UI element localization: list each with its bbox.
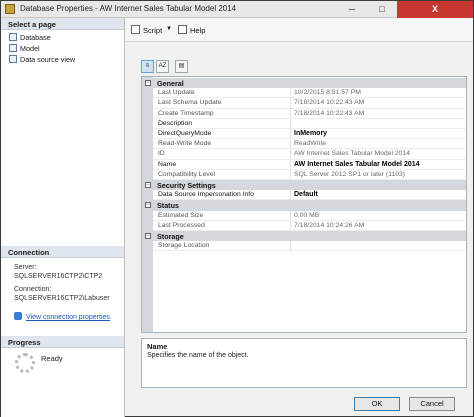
property-row[interactable]: Data Source Impersonation Info Default: [142, 190, 466, 201]
property-value[interactable]: 7/18/2014 10:24:26 AM: [294, 222, 364, 229]
page-item-label: Data source view: [20, 55, 76, 64]
alphabetical-sort-icon[interactable]: AZ: [156, 60, 169, 73]
page-icon: [9, 55, 17, 63]
property-name: Name: [158, 160, 177, 168]
server-label: Server:: [14, 264, 37, 271]
property-name: Last Schema Update: [158, 99, 222, 107]
server-value: SQLSERVER16CTP2\CTP2: [14, 273, 103, 280]
category-label: Status: [157, 201, 179, 211]
category-row[interactable]: − General: [142, 78, 466, 89]
property-row[interactable]: Name AW Internet Sales Tabular Model 2014: [142, 159, 466, 170]
view-connection-link-text: View connection properties: [26, 314, 110, 321]
property-name: Compatibility Level: [158, 170, 216, 178]
property-row[interactable]: ID AW Internet Sales Tabular Model 2014: [142, 149, 466, 160]
property-name: Storage Location: [158, 242, 210, 250]
collapse-icon[interactable]: −: [145, 202, 151, 209]
property-name: Last Update: [158, 89, 195, 97]
property-pages-icon[interactable]: ▤: [175, 60, 188, 73]
database-app-icon: [5, 4, 15, 14]
property-row[interactable]: DirectQueryMode InMemory: [142, 129, 466, 140]
script-dropdown-icon[interactable]: ▼: [166, 26, 172, 32]
property-value[interactable]: Default: [294, 191, 318, 198]
property-row[interactable]: Last Schema Update 7/18/2014 10:22:43 AM: [142, 98, 466, 109]
progress-status: Ready: [41, 354, 63, 363]
category-label: Storage: [157, 232, 184, 241]
property-value[interactable]: 10/2/2015 8:51:57 PM: [294, 89, 361, 96]
title-bar: Database Properties - AW Internet Sales …: [1, 1, 473, 18]
description-text: Specifies the name of the object.: [147, 352, 249, 359]
property-name: Create Timestamp: [158, 109, 214, 117]
collapse-icon[interactable]: −: [145, 233, 151, 239]
property-name: Estimated Size: [158, 211, 204, 219]
property-name: DirectQueryMode: [158, 130, 212, 137]
property-row[interactable]: Description: [142, 118, 466, 129]
property-name: Data Source Impersonation Info: [158, 191, 254, 199]
property-row[interactable]: Estimated Size 0.00 MB: [142, 210, 466, 221]
category-label: General: [157, 79, 184, 88]
property-value[interactable]: 0.00 MB: [294, 212, 319, 219]
script-label: Script: [143, 26, 163, 35]
connection-value: SQLSERVER16CTP2\Labuser: [14, 295, 110, 302]
categorized-icon[interactable]: ≡: [141, 60, 154, 73]
property-value[interactable]: ReadWrite: [294, 140, 326, 147]
toolbar: Script ▼ Help: [126, 18, 473, 42]
select-page-header: Select a page: [1, 18, 124, 30]
script-button[interactable]: Script: [131, 25, 162, 35]
category-label: Security Settings: [157, 181, 216, 190]
view-connection-properties-link[interactable]: View connection properties: [14, 312, 110, 321]
maximize-button[interactable]: □: [367, 1, 397, 18]
connection-label: Connection:: [14, 286, 52, 293]
property-name: Read-Write Mode: [158, 140, 212, 148]
property-row[interactable]: Create Timestamp 7/18/2014 10:22:43 AM: [142, 108, 466, 119]
property-description-panel: Name Specifies the name of the object.: [141, 338, 467, 388]
row-divider: [153, 250, 466, 252]
page-item-label: Model: [20, 44, 40, 53]
help-button[interactable]: Help: [178, 25, 205, 35]
property-name: Last Processed: [158, 221, 205, 229]
connection-properties-icon: [14, 312, 22, 320]
page-icon: [9, 33, 17, 41]
script-icon: [131, 25, 140, 34]
ok-button[interactable]: OK: [354, 397, 400, 411]
property-row[interactable]: Last Update 10/2/2015 8:51:57 PM: [142, 88, 466, 99]
connection-header: Connection: [1, 246, 124, 258]
property-value[interactable]: 7/18/2014 10:22:43 AM: [294, 99, 364, 106]
category-row[interactable]: − Storage: [142, 231, 466, 242]
property-value[interactable]: AW Internet Sales Tabular Model 2014: [294, 150, 410, 157]
cancel-button[interactable]: Cancel: [409, 397, 455, 411]
property-row[interactable]: Storage Location: [142, 241, 466, 252]
page-item-label: Database: [20, 33, 51, 42]
page-icon: [9, 44, 17, 52]
close-button[interactable]: X: [397, 1, 473, 18]
collapse-icon[interactable]: −: [145, 182, 151, 188]
page-item-database[interactable]: Database: [9, 33, 119, 43]
property-value[interactable]: InMemory: [294, 130, 327, 137]
property-row[interactable]: Last Processed 7/18/2014 10:24:26 AM: [142, 220, 466, 231]
property-row[interactable]: Compatibility Level SQL Server 2012 SP1 o…: [142, 169, 466, 180]
window-title: Database Properties - AW Internet Sales …: [20, 4, 237, 13]
help-label: Help: [190, 26, 206, 35]
category-row[interactable]: − Security Settings: [142, 180, 466, 191]
property-value[interactable]: AW Internet Sales Tabular Model 2014: [294, 161, 420, 168]
property-value[interactable]: 7/18/2014 10:22:43 AM: [294, 110, 364, 117]
description-title: Name: [147, 342, 168, 351]
minimize-button[interactable]: ─: [337, 1, 367, 18]
help-icon: [178, 25, 187, 34]
page-item-data-source-view[interactable]: Data source view: [9, 55, 119, 65]
database-properties-dialog: Database Properties - AW Internet Sales …: [0, 0, 474, 417]
property-value[interactable]: SQL Server 2012 SP1 or later (1103): [294, 171, 405, 178]
progress-header: Progress: [1, 336, 124, 348]
page-item-model[interactable]: Model: [9, 44, 119, 54]
collapse-icon[interactable]: −: [145, 80, 151, 86]
property-row[interactable]: Read-Write Mode ReadWrite: [142, 139, 466, 150]
property-name: Description: [158, 119, 192, 127]
category-row[interactable]: − Status: [142, 200, 466, 211]
property-name: ID: [158, 150, 165, 158]
property-grid: − General Last Update 10/2/2015 8:51:57 PM L…: [141, 76, 467, 333]
progress-spinner-icon: [15, 353, 35, 373]
